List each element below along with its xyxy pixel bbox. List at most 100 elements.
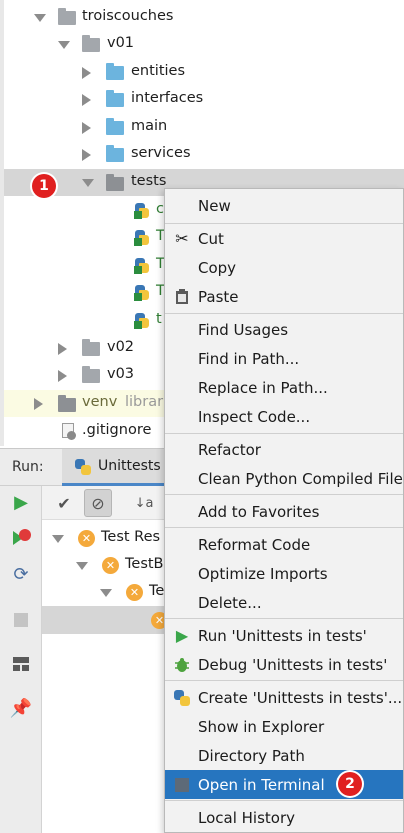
menu-item-inspect-code[interactable]: Inspect Code... — [165, 402, 403, 431]
tree-hint-venv: librar — [125, 394, 164, 410]
chevron-down-icon[interactable] — [52, 535, 64, 543]
terminal-icon — [173, 776, 191, 794]
test-error-icon: ✕ — [102, 557, 119, 574]
tree-row-services[interactable]: services — [4, 141, 404, 168]
chevron-down-icon[interactable] — [76, 562, 88, 570]
layout-icon[interactable] — [11, 654, 31, 674]
menu-item-local-history[interactable]: Local History — [165, 803, 403, 832]
folder-icon — [106, 174, 124, 191]
debug-icon — [173, 656, 191, 674]
python-test-file-icon — [134, 257, 150, 274]
tree-row-interfaces[interactable]: interfaces — [4, 86, 404, 113]
folder-icon — [106, 118, 124, 135]
tree-label-v03: v03 — [107, 366, 135, 382]
rerun-failed-icon[interactable] — [11, 528, 31, 548]
menu-item-paste[interactable]: Paste — [165, 282, 403, 311]
menu-item-reformat-code[interactable]: Reformat Code — [165, 530, 403, 559]
menu-separator — [165, 680, 403, 681]
chevron-down-icon[interactable] — [100, 589, 112, 597]
menu-item-optimize-imports[interactable]: Optimize Imports — [165, 559, 403, 588]
python-icon — [173, 689, 191, 707]
run-tab-unittests[interactable]: Unittests — [62, 449, 172, 486]
chevron-down-icon[interactable] — [82, 179, 94, 187]
python-test-file-icon — [134, 229, 150, 246]
clipboard-icon — [173, 288, 191, 306]
tree-label-file: t — [156, 311, 162, 327]
pin-icon[interactable]: 📌 — [10, 698, 32, 719]
tree-row-entities[interactable]: entities — [4, 59, 404, 86]
sort-alphabetically-icon[interactable]: ↓a — [130, 489, 158, 517]
chevron-right-icon[interactable] — [58, 370, 67, 382]
tree-label-services: services — [131, 145, 191, 161]
show-ignored-icon[interactable]: ⊘ — [84, 489, 112, 517]
menu-item-create-unittests[interactable]: Create 'Unittests in tests'... — [165, 683, 403, 712]
test-error-icon: ✕ — [78, 530, 95, 547]
python-test-file-icon — [134, 312, 150, 329]
menu-separator — [165, 494, 403, 495]
chevron-right-icon[interactable] — [82, 149, 91, 161]
run-sidebar: ▶ ⟳ 📌 — [0, 486, 42, 833]
menu-item-directory-path[interactable]: Directory Path — [165, 741, 403, 770]
tree-label-gitignore: .gitignore — [82, 422, 152, 438]
chevron-right-icon[interactable] — [34, 398, 43, 410]
folder-icon — [106, 145, 124, 162]
test-label: TestB — [125, 556, 164, 572]
step-badge-1: 1 — [32, 174, 56, 198]
folder-icon — [82, 35, 100, 52]
menu-item-refactor[interactable]: Refactor — [165, 435, 403, 464]
menu-item-open-in-terminal[interactable]: Open in Terminal — [165, 770, 403, 799]
menu-item-find-in-path[interactable]: Find in Path... — [165, 344, 403, 373]
menu-separator — [165, 618, 403, 619]
menu-item-debug-unittests[interactable]: Debug 'Unittests in tests' — [165, 650, 403, 679]
menu-item-run-unittests[interactable]: ▶ Run 'Unittests in tests' — [165, 621, 403, 650]
run-icon[interactable]: ▶ — [11, 492, 31, 513]
context-menu: New ✂ Cut Copy Paste Find Usages Find in… — [164, 188, 404, 833]
menu-separator — [165, 433, 403, 434]
tree-label-root: troiscouches — [82, 8, 174, 24]
tree-row-main[interactable]: main — [4, 114, 404, 141]
tree-label-tests: tests — [131, 173, 167, 189]
chevron-right-icon[interactable] — [82, 67, 91, 79]
menu-item-clean-compiled[interactable]: Clean Python Compiled Files — [165, 464, 403, 493]
menu-item-new[interactable]: New — [165, 191, 403, 220]
menu-item-add-to-favorites[interactable]: Add to Favorites — [165, 497, 403, 526]
run-icon: ▶ — [175, 626, 189, 645]
tree-label-v01: v01 — [107, 35, 135, 51]
toggle-auto-test-icon[interactable]: ⟳ — [11, 564, 31, 585]
tree-label-v02: v02 — [107, 339, 135, 355]
folder-icon — [58, 8, 76, 25]
folder-icon — [82, 339, 100, 356]
folder-icon — [106, 90, 124, 107]
tree-row-troiscouches[interactable]: troiscouches — [4, 4, 404, 31]
menu-item-find-usages[interactable]: Find Usages — [165, 315, 403, 344]
chevron-right-icon[interactable] — [82, 94, 91, 106]
menu-separator — [165, 527, 403, 528]
test-label: Te — [149, 583, 165, 599]
test-error-icon: ✕ — [126, 584, 143, 601]
menu-item-replace-in-path[interactable]: Replace in Path... — [165, 373, 403, 402]
menu-item-cut[interactable]: ✂ Cut — [165, 224, 403, 253]
menu-separator — [165, 313, 403, 314]
tree-label-venv: venv — [82, 394, 118, 410]
menu-item-copy[interactable]: Copy — [165, 253, 403, 282]
menu-item-show-in-explorer[interactable]: Show in Explorer — [165, 712, 403, 741]
python-test-file-icon — [134, 202, 150, 219]
tree-row-v01[interactable]: v01 — [4, 31, 404, 58]
scissors-icon: ✂ — [175, 229, 189, 248]
chevron-down-icon[interactable] — [34, 14, 46, 22]
folder-icon — [58, 395, 76, 412]
chevron-right-icon[interactable] — [58, 343, 67, 355]
test-label: Test Res — [101, 529, 161, 545]
menu-item-delete[interactable]: Delete... — [165, 588, 403, 617]
run-title: Run: — [12, 459, 44, 475]
chevron-right-icon[interactable] — [82, 122, 91, 134]
menu-separator — [165, 800, 403, 801]
folder-icon — [106, 63, 124, 80]
folder-icon — [82, 366, 100, 383]
chevron-down-icon[interactable] — [58, 41, 70, 49]
stop-icon[interactable] — [11, 610, 31, 630]
python-test-file-icon — [134, 284, 150, 301]
tree-label-main: main — [131, 118, 168, 134]
ignore-file-icon — [62, 423, 76, 440]
show-passed-icon[interactable]: ✔ — [50, 489, 78, 517]
